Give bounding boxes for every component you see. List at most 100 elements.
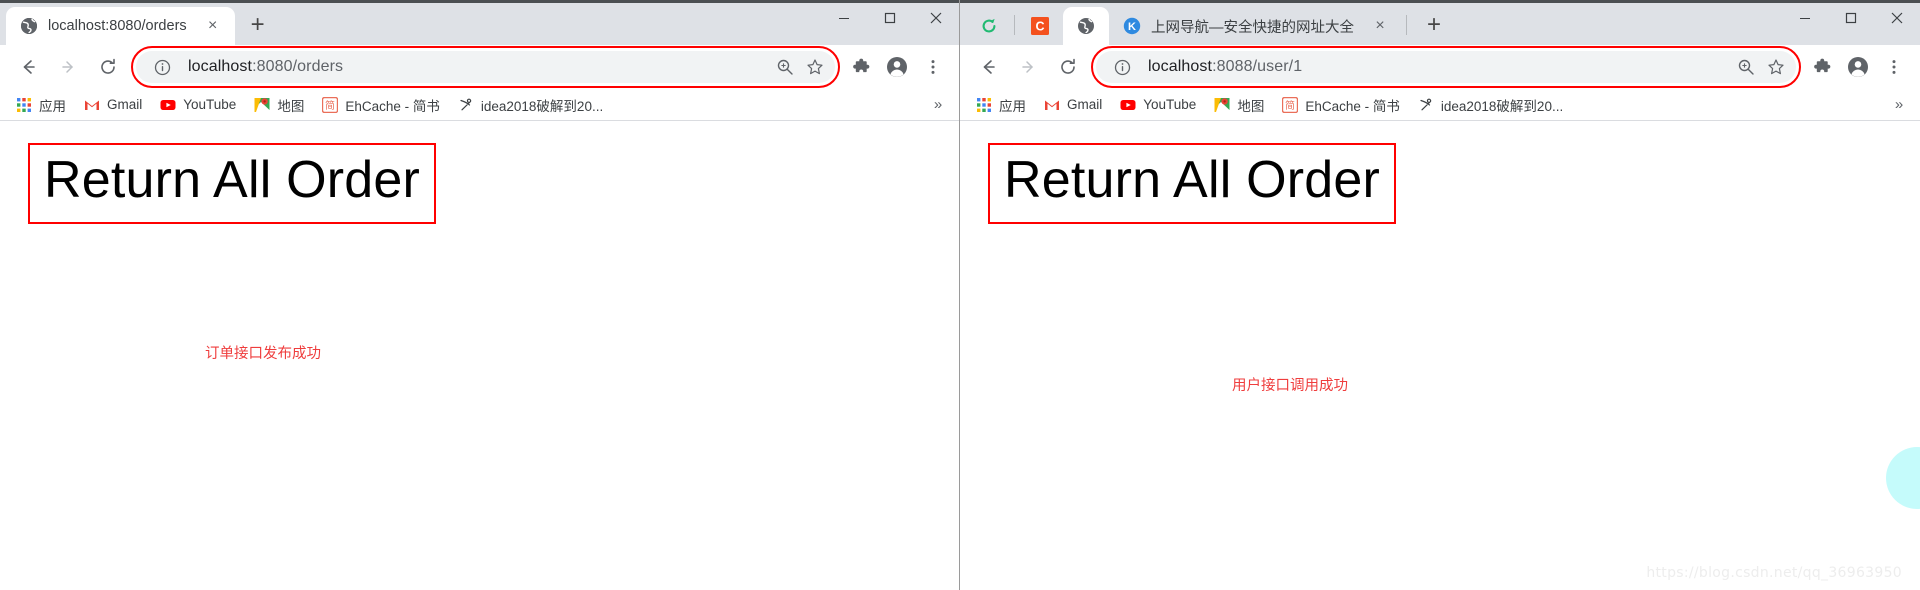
bookmark-gmail[interactable]: Gmail	[1036, 93, 1110, 117]
tab-localhost-orders[interactable]: localhost:8080/orders ×	[6, 7, 235, 45]
reload-arrow-icon[interactable]	[92, 51, 124, 83]
bookmark-label: YouTube	[1143, 97, 1197, 112]
close-icon[interactable]: ×	[1368, 14, 1392, 38]
bookmarks-overflow-icon[interactable]: »	[927, 93, 949, 115]
maps-icon	[1214, 97, 1230, 113]
forward-arrow-icon[interactable]	[1012, 51, 1044, 83]
omnibox-actions	[771, 53, 831, 81]
bookmark-star-icon[interactable]	[801, 53, 829, 81]
dual-browser-screenshot: localhost:8080/orders × + localhost:8080…	[0, 0, 1920, 590]
three-dot-menu-icon[interactable]	[1879, 52, 1909, 82]
jianshu-icon: 简	[1282, 96, 1299, 113]
back-arrow-icon[interactable]	[12, 51, 44, 83]
profile-avatar-icon[interactable]	[882, 52, 912, 82]
close-button[interactable]	[1874, 0, 1920, 36]
bookmark-label: Gmail	[107, 97, 143, 112]
reload-arrow-icon[interactable]	[1052, 51, 1084, 83]
bookmark-star-icon[interactable]	[1762, 53, 1790, 81]
pinned-tab-c[interactable]: C	[1017, 7, 1063, 45]
bookmark-gmail[interactable]: Gmail	[76, 93, 150, 117]
svg-text:简: 简	[325, 99, 335, 112]
profile-avatar-icon[interactable]	[1843, 52, 1873, 82]
url-port: :8088	[1212, 58, 1253, 75]
new-tab-button[interactable]: +	[1419, 10, 1449, 40]
youtube-icon	[1120, 97, 1136, 113]
bookmark-maps[interactable]: 地图	[246, 93, 312, 117]
minimize-button[interactable]	[821, 0, 867, 36]
cyan-circle-decoration	[1886, 447, 1920, 509]
page-content-right: Return All Order 用户接口调用成功 https://blog.c…	[960, 121, 1920, 589]
bookmark-youtube[interactable]: YouTube	[1112, 93, 1204, 117]
bookmark-youtube[interactable]: YouTube	[152, 93, 244, 117]
gmail-icon	[1044, 97, 1060, 113]
tab-divider	[1406, 15, 1407, 35]
address-bar-right[interactable]: localhost:8088/user/1	[1091, 46, 1801, 88]
info-circle-icon[interactable]	[1108, 53, 1136, 81]
url-port: :8080	[252, 58, 293, 75]
status-note-right: 用户接口调用成功	[1232, 378, 1348, 395]
back-arrow-icon[interactable]	[972, 51, 1004, 83]
url-path: /orders	[292, 58, 344, 75]
page-content-left: Return All Order 订单接口发布成功	[0, 121, 959, 589]
zoom-magnifier-icon[interactable]	[771, 53, 799, 81]
maximize-button[interactable]	[1828, 0, 1874, 36]
url-text: localhost:8088/user/1	[1148, 58, 1302, 76]
three-dot-menu-icon[interactable]	[918, 52, 948, 82]
info-circle-icon[interactable]	[148, 53, 176, 81]
bookmark-maps[interactable]: 地图	[1206, 93, 1272, 117]
pinned-tab-refresh[interactable]	[966, 7, 1012, 45]
url-host: localhost	[188, 58, 253, 75]
globe-icon	[20, 17, 38, 35]
browser-window-right: C K 上网导航—安全快捷的网址大全 × + localhost:8088/us…	[960, 0, 1920, 590]
bookmark-label: YouTube	[183, 97, 237, 112]
tab-strip-right: C K 上网导航—安全快捷的网址大全 × +	[960, 0, 1920, 45]
apps-grid-icon	[976, 97, 992, 113]
pinned-tabs: C	[960, 0, 1109, 45]
puzzle-piece-icon[interactable]	[1807, 52, 1837, 82]
svg-text:K: K	[1128, 21, 1136, 33]
tab-title: 上网导航—安全快捷的网址大全	[1151, 19, 1354, 36]
status-note-left: 订单接口发布成功	[205, 346, 321, 363]
bookmark-apps[interactable]: 应用	[968, 93, 1034, 117]
browser-window-left: localhost:8080/orders × + localhost:8080…	[0, 0, 960, 590]
gmail-icon	[84, 97, 100, 113]
zoom-magnifier-icon[interactable]	[1732, 53, 1760, 81]
page-heading: Return All Order	[44, 151, 421, 209]
maximize-button[interactable]	[867, 0, 913, 36]
tab-strip-left: localhost:8080/orders × +	[0, 0, 959, 45]
tab-title: localhost:8080/orders	[48, 18, 187, 34]
window-controls-right	[1782, 0, 1920, 36]
toolbar-left: localhost:8080/orders	[0, 45, 959, 89]
bookmark-idea2018[interactable]: idea2018破解到20...	[1410, 93, 1571, 117]
page-heading: Return All Order	[1004, 151, 1381, 209]
bookmark-ehcache[interactable]: 简 EhCache - 简书	[314, 93, 448, 117]
tab-divider	[1014, 15, 1015, 35]
bookmark-label: 应用	[39, 98, 66, 114]
puzzle-piece-icon[interactable]	[846, 52, 876, 82]
forward-arrow-icon[interactable]	[52, 51, 84, 83]
bookmarks-overflow-icon[interactable]: »	[1888, 93, 1910, 115]
toolbar-right: localhost:8088/user/1	[960, 45, 1920, 89]
apps-grid-icon	[16, 97, 32, 113]
window-controls-left	[821, 0, 959, 36]
anchor-icon	[458, 97, 474, 113]
url-host: localhost	[1148, 58, 1213, 75]
tab-navigation-site[interactable]: K 上网导航—安全快捷的网址大全 ×	[1109, 7, 1402, 45]
c-orange-icon: C	[1031, 17, 1049, 35]
address-bar-left[interactable]: localhost:8080/orders	[131, 46, 840, 88]
pinned-tab-globe[interactable]	[1063, 7, 1109, 45]
bookmark-ehcache[interactable]: 简 EhCache - 简书	[1274, 93, 1408, 117]
bookmark-apps[interactable]: 应用	[8, 93, 74, 117]
new-tab-button[interactable]: +	[243, 10, 273, 40]
bookmark-label: EhCache - 简书	[345, 98, 440, 114]
maps-icon	[254, 97, 270, 113]
minimize-button[interactable]	[1782, 0, 1828, 36]
bookmark-label: EhCache - 简书	[1305, 98, 1400, 114]
bookmark-idea2018[interactable]: idea2018破解到20...	[450, 93, 611, 117]
bookmarks-bar-right: 应用 Gmail YouTube 地图 简 EhCache - 简书 idea2…	[960, 89, 1920, 121]
watermark-text: https://blog.csdn.net/qq_36963950	[1646, 565, 1902, 581]
close-icon[interactable]: ×	[201, 14, 225, 38]
close-button[interactable]	[913, 0, 959, 36]
heading-highlight-box-left: Return All Order	[28, 143, 437, 225]
bookmark-label: 地图	[1237, 98, 1265, 114]
